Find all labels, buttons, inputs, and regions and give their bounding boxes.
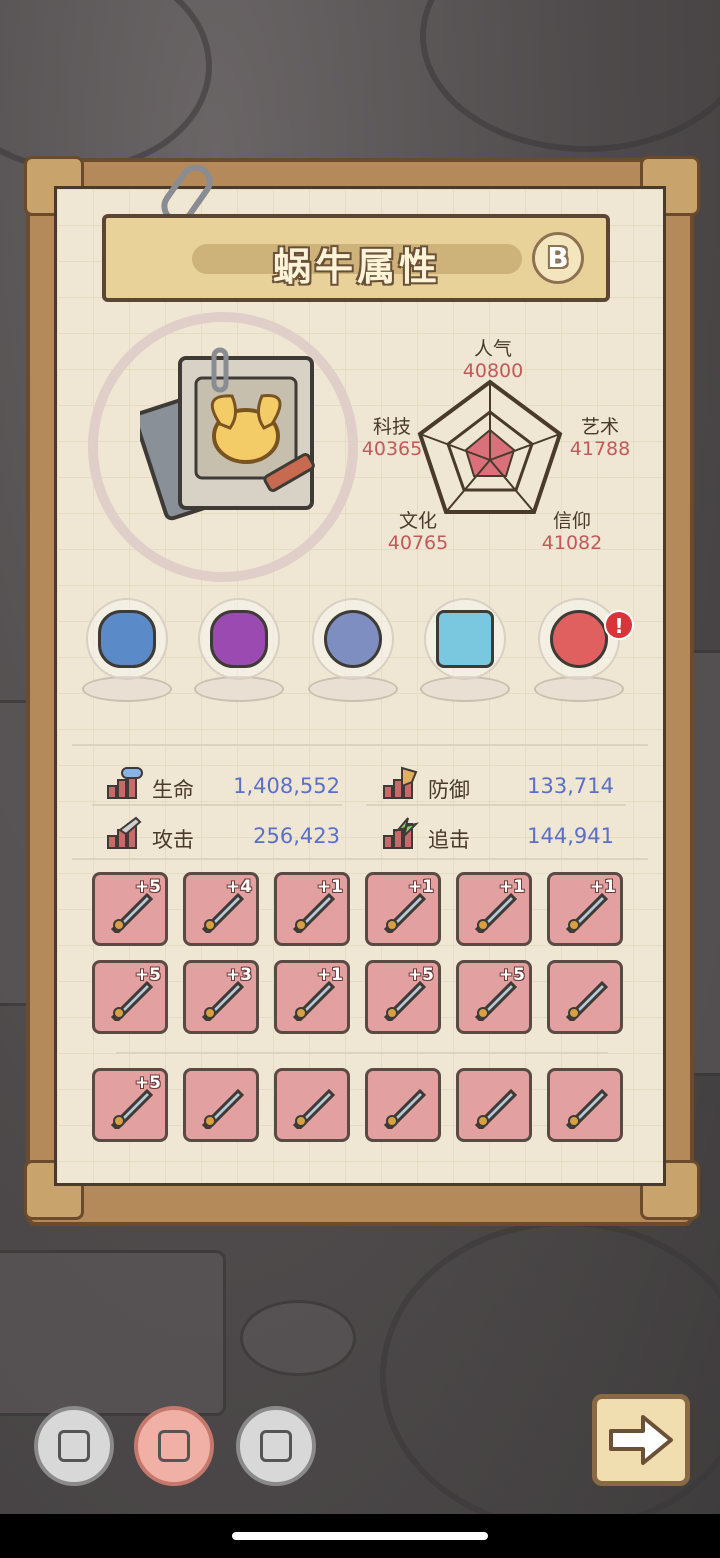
maw-relic-icon (98, 610, 156, 668)
totem-icon (292, 1088, 336, 1129)
chase-icon (383, 817, 420, 849)
attr-name: 文化 (398, 510, 437, 532)
equipment-slot[interactable] (547, 1068, 623, 1142)
stat-value-hp: 1,408,552 (233, 774, 340, 798)
attr-value: 40365 (361, 438, 423, 460)
equipment-slot[interactable]: +1 (365, 872, 441, 946)
attr-name: 信仰 (552, 510, 591, 532)
hp-icon (107, 767, 143, 799)
attr-popularity: 人气 40800 (458, 338, 528, 382)
nav-button-active[interactable] (134, 1406, 214, 1486)
equipment-slot[interactable]: +5 (92, 872, 168, 946)
equipment-slot[interactable] (365, 1068, 441, 1142)
divider (72, 744, 648, 746)
scythe-icon (201, 1088, 245, 1129)
attr-culture: 文化 40765 (380, 510, 456, 554)
attr-value: 40800 (462, 360, 524, 382)
level-badge: +4 (225, 877, 252, 897)
level-badge: +5 (134, 877, 161, 897)
shell-heart-relic-icon (210, 610, 268, 668)
relic-slot[interactable] (192, 598, 286, 710)
feather-fan-icon (383, 1088, 427, 1129)
attr-value: 41788 (569, 438, 631, 460)
stat-value-defense: 133,714 (527, 774, 614, 798)
equipment-slot[interactable]: +4 (183, 872, 259, 946)
compass-relic-icon (324, 610, 382, 668)
eye-tablet-relic-icon (436, 610, 494, 668)
equipment-slot[interactable] (274, 1068, 350, 1142)
gold-ring-icon (565, 980, 609, 1021)
level-badge: +5 (407, 965, 434, 985)
equipment-slot[interactable]: +5 (92, 1068, 168, 1142)
equipment-slot[interactable] (183, 1068, 259, 1142)
attr-name: 艺术 (580, 416, 619, 438)
chip-icon (58, 1430, 90, 1462)
chip-icon (260, 1430, 292, 1462)
attr-art: 艺术 41788 (562, 416, 638, 460)
level-badge: +1 (498, 877, 525, 897)
chip-icon (158, 1430, 190, 1462)
level-badge: +3 (225, 965, 252, 985)
home-indicator[interactable] (232, 1532, 488, 1540)
next-button[interactable] (592, 1394, 690, 1486)
equipment-slot[interactable]: +1 (456, 872, 532, 946)
attack-icon (107, 816, 142, 849)
nav-button[interactable] (34, 1406, 114, 1486)
level-badge: +5 (498, 965, 525, 985)
attr-value: 41082 (541, 532, 603, 554)
equipment-slot[interactable] (547, 960, 623, 1034)
page-title: 蜗牛属性 (272, 245, 441, 289)
attr-value: 40765 (387, 532, 449, 554)
snail-emblem-icon (140, 347, 315, 521)
attr-name: 科技 (372, 416, 411, 438)
relic-slot[interactable] (418, 598, 512, 710)
stat-label-defense: 防御 (428, 778, 470, 802)
nav-button[interactable] (236, 1406, 316, 1486)
stat-label-attack: 攻击 (152, 828, 194, 852)
stat-value-chase: 144,941 (527, 824, 614, 848)
equipment-slot[interactable]: +1 (547, 872, 623, 946)
level-badge: +1 (316, 877, 343, 897)
attr-faith: 信仰 41082 (534, 510, 610, 554)
level-badge: +1 (589, 877, 616, 897)
defense-icon (383, 766, 418, 799)
grade-badge[interactable]: B (532, 232, 584, 284)
swirl-orb-relic-icon (550, 610, 608, 668)
divider (92, 804, 342, 806)
alert-badge: ! (604, 610, 634, 640)
attr-tech: 科技 40365 (354, 416, 430, 460)
divider (366, 804, 626, 806)
relic-slot[interactable] (306, 598, 400, 710)
equipment-slot[interactable]: +5 (92, 960, 168, 1034)
equipment-slot[interactable] (456, 1068, 532, 1142)
treasure-chest-icon (474, 1088, 518, 1129)
relic-slot[interactable] (80, 598, 174, 710)
divider (72, 858, 648, 860)
attr-name: 人气 (473, 338, 512, 360)
level-badge: +5 (134, 965, 161, 985)
equipment-slot[interactable]: +5 (365, 960, 441, 1034)
level-badge: +1 (316, 965, 343, 985)
equipment-slot[interactable]: +1 (274, 872, 350, 946)
gatling-icon (565, 1088, 609, 1129)
equipment-slot[interactable]: +3 (183, 960, 259, 1034)
stat-label-chase: 追击 (428, 828, 470, 852)
divider (116, 1052, 608, 1054)
equipment-slot[interactable]: +1 (274, 960, 350, 1034)
stat-value-attack: 256,423 (253, 824, 340, 848)
level-badge: +1 (407, 877, 434, 897)
equipment-slot[interactable]: +5 (456, 960, 532, 1034)
right-arrow-icon (609, 1415, 673, 1465)
level-badge: +5 (134, 1073, 161, 1093)
attribute-pentagon-chart (417, 379, 563, 514)
stat-label-hp: 生命 (152, 778, 194, 802)
